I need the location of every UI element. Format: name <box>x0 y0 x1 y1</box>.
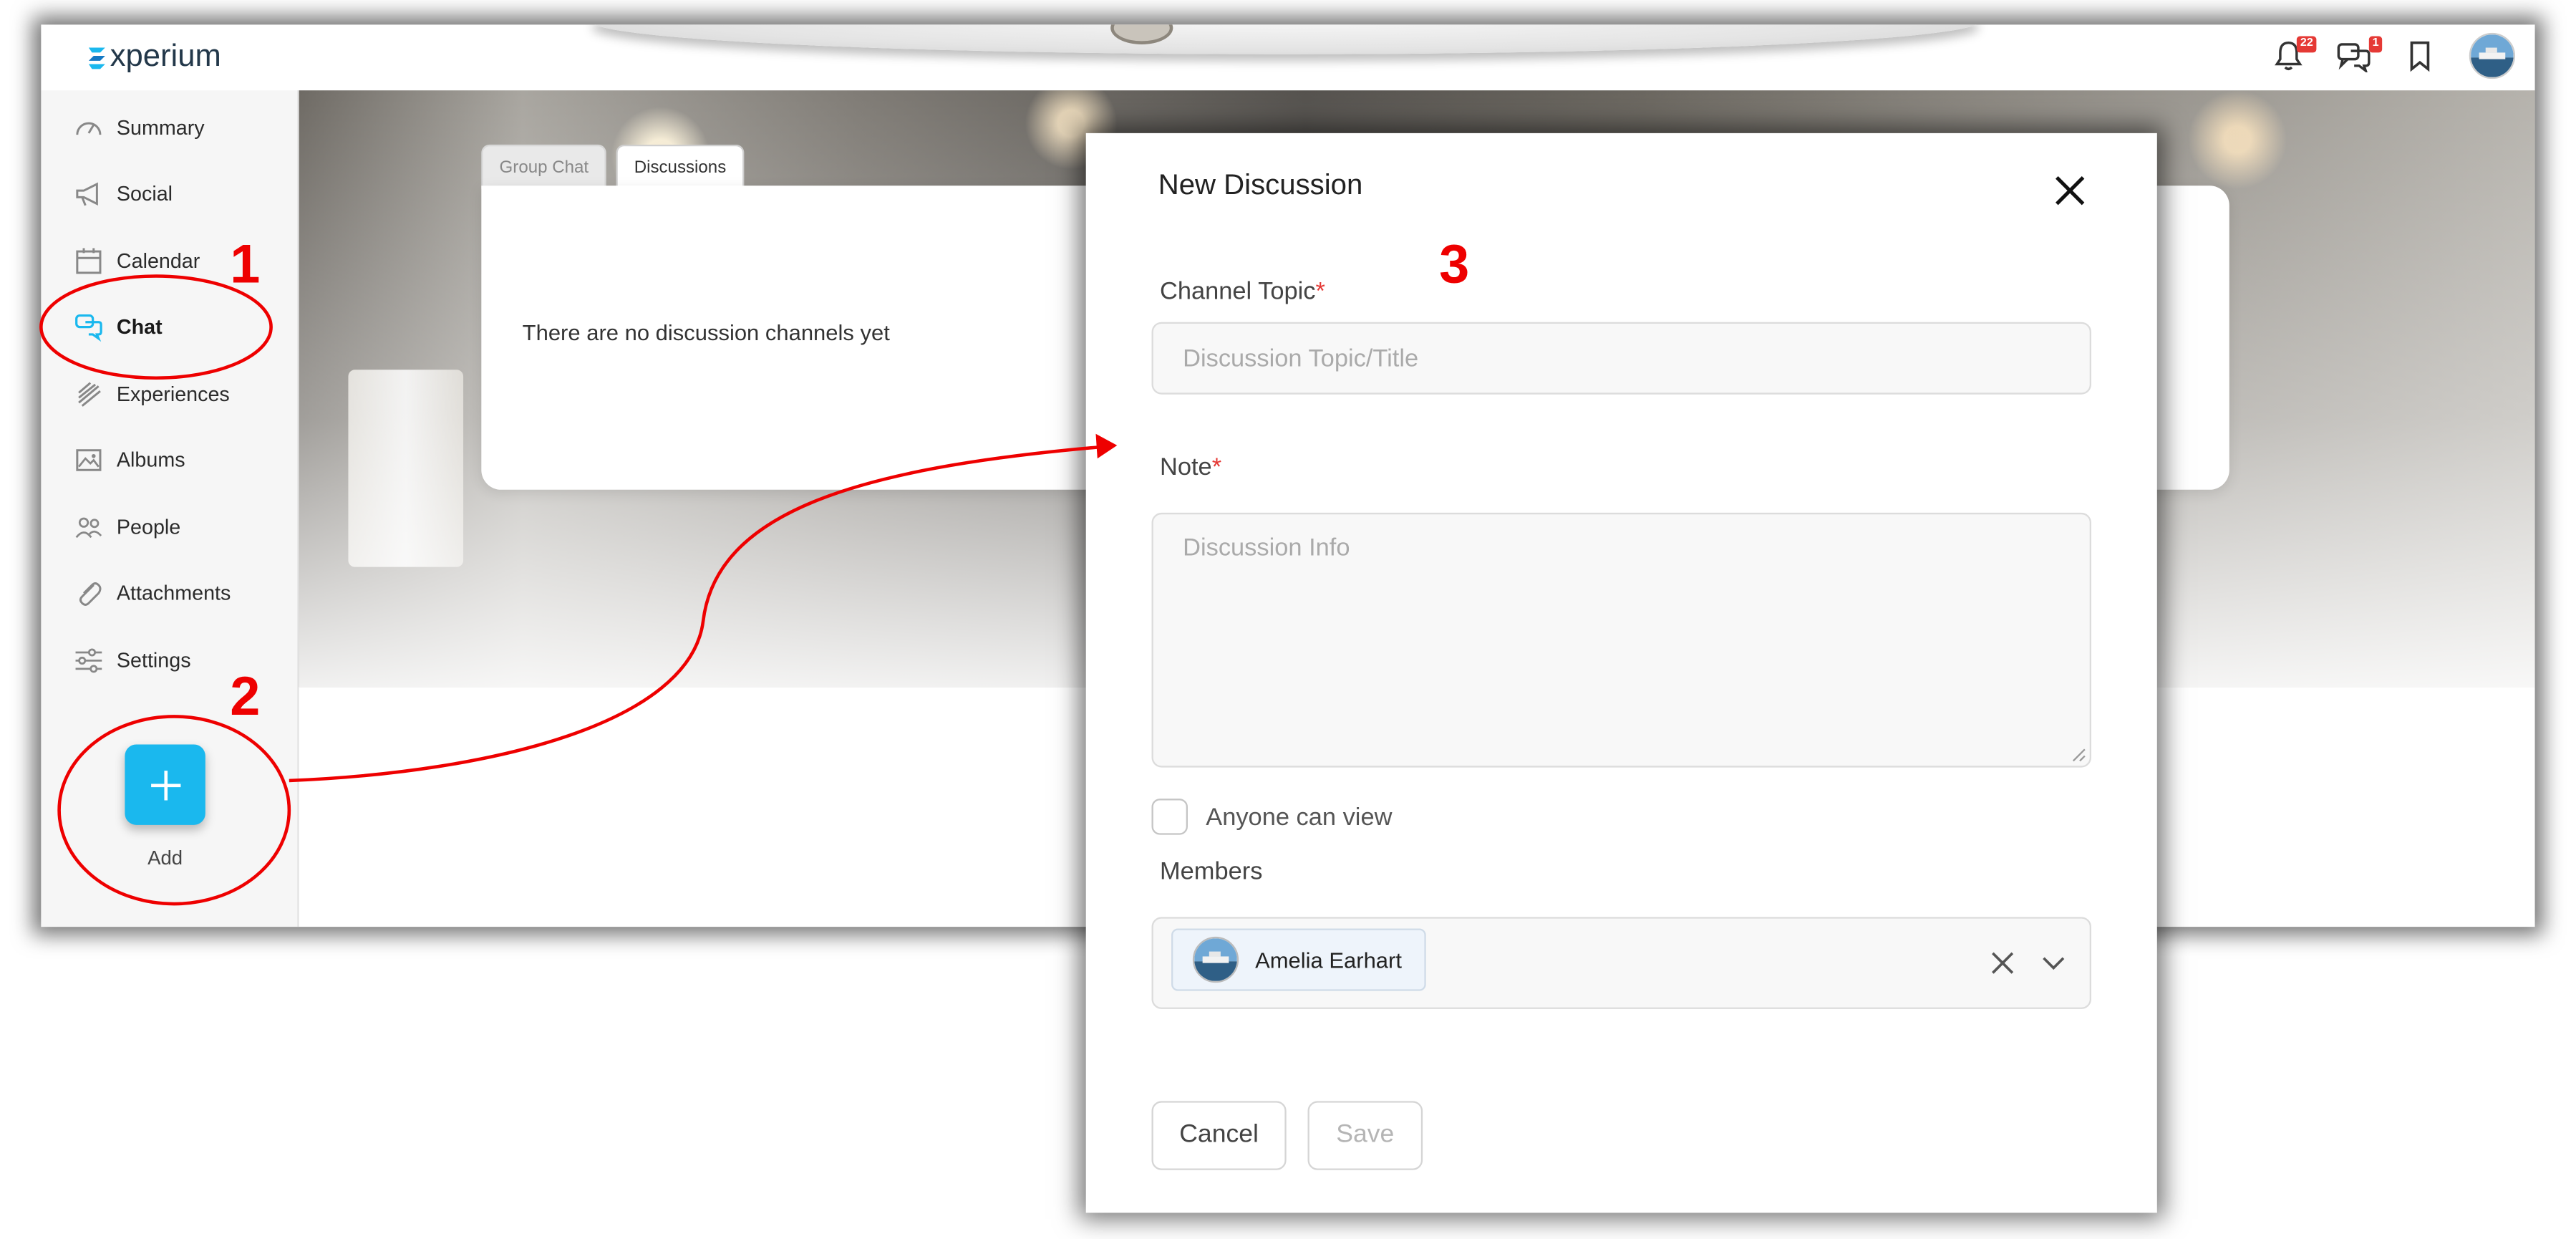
annotation-arrowhead <box>1095 433 1118 459</box>
annotation-circle-add <box>57 715 291 906</box>
annotation-step-3: 3 <box>1439 233 1470 294</box>
annotation-step-1: 1 <box>230 233 261 294</box>
annotation-step-2: 2 <box>230 665 261 727</box>
annotation-arrow-line <box>289 445 1101 783</box>
annotation-overlay <box>39 274 1118 906</box>
